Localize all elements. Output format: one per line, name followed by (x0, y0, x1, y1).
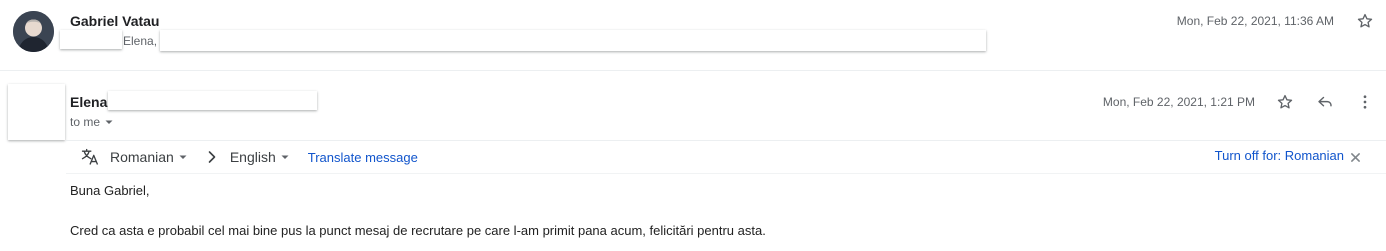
translate-divider (66, 173, 1386, 174)
more-vert-icon[interactable] (1355, 92, 1375, 112)
avatar[interactable] (13, 11, 54, 52)
target-language-select[interactable]: English (230, 149, 290, 165)
translate-message-link[interactable]: Translate message (308, 150, 418, 165)
sender-name: Elena (70, 94, 108, 110)
redacted-sender-email (108, 91, 317, 110)
message-divider (0, 70, 1386, 71)
sender-name: Gabriel Vatau (70, 13, 160, 29)
close-icon[interactable] (1348, 150, 1362, 164)
message-date: Mon, Feb 22, 2021, 1:21 PM (1102, 95, 1255, 109)
header-divider (66, 140, 1386, 141)
source-language-select[interactable]: Romanian (110, 149, 188, 165)
translate-icon (80, 147, 100, 167)
turn-off-translation-link[interactable]: Turn off for: Romanian (1215, 148, 1344, 163)
reply-icon[interactable] (1315, 92, 1335, 112)
translate-bar: Romanian English Translate message (80, 145, 418, 169)
caret-down-icon (105, 120, 113, 124)
message-snippet: Elena, (123, 34, 158, 48)
target-language-label: English (229, 149, 276, 165)
recipient-label: to me (70, 115, 101, 129)
message-paragraph: Cred ca asta e probabil cel mai bine pus… (70, 223, 766, 238)
chevron-right-icon (206, 150, 218, 164)
avatar[interactable] (8, 84, 65, 140)
caret-down-icon (281, 155, 289, 159)
message-greeting: Buna Gabriel, (70, 183, 150, 198)
message-date: Mon, Feb 22, 2021, 11:36 AM (1176, 14, 1334, 28)
recipient-details-toggle[interactable]: to me (70, 115, 114, 129)
caret-down-icon (179, 155, 187, 159)
source-language-label: Romanian (110, 149, 174, 165)
redacted-snippet (160, 30, 986, 51)
star-icon[interactable] (1275, 92, 1295, 112)
redacted-recipient (60, 30, 122, 49)
star-icon[interactable] (1356, 12, 1374, 30)
